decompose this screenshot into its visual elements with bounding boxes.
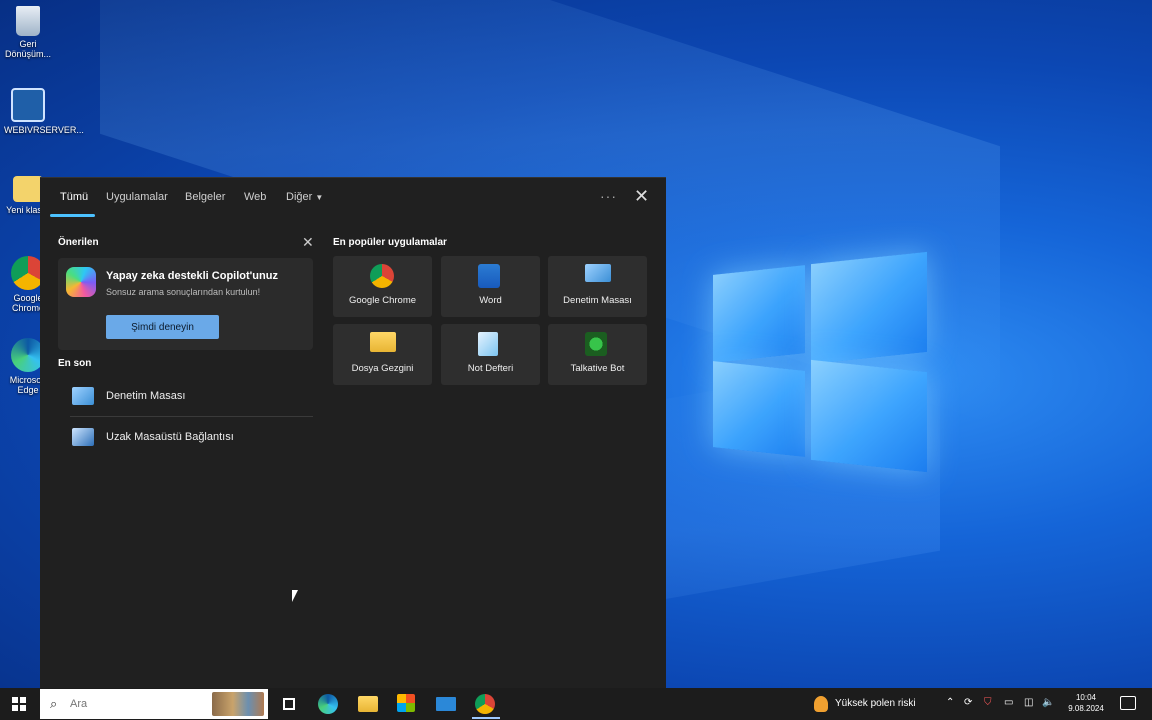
copilot-icon	[66, 267, 96, 297]
desktop-icon-wdsvc[interactable]: WEBIVRSERVER...	[4, 88, 84, 135]
weather-widget-text[interactable]: Yüksek polen riski	[835, 698, 916, 709]
app-tile-label: Dosya Gezgini	[351, 363, 414, 374]
copilot-subtitle: Sonsuz arama sonuçlarından kurtulun!	[106, 287, 261, 297]
search-input[interactable]	[70, 695, 220, 713]
clock[interactable]: 10:04 9.08.2024	[1064, 692, 1108, 714]
clock-time: 10:04	[1075, 693, 1097, 702]
active-app-indicator	[472, 717, 500, 719]
search-tabs: Tümü Uygulamalar Belgeler Web Diğer ▼ ··…	[40, 178, 666, 218]
desktop-icon-label: WEBIVRSERVER...	[4, 125, 84, 135]
app-tile-label: Denetim Masası	[563, 295, 632, 306]
sync-icon[interactable]: ⟳	[964, 697, 972, 708]
search-icon: ⌕	[50, 696, 58, 711]
close-panel-button[interactable]: ✕	[634, 186, 649, 207]
app-tile-chrome[interactable]: Google Chrome	[333, 256, 432, 317]
tab-documents[interactable]: Belgeler	[185, 191, 225, 203]
tab-apps[interactable]: Uygulamalar	[106, 191, 168, 203]
dismiss-suggestion-button[interactable]: ✕	[302, 234, 314, 251]
active-tab-indicator	[50, 214, 95, 217]
control-panel-icon	[585, 264, 611, 282]
network-icon[interactable]: ▭	[1004, 697, 1013, 708]
recent-title: En son	[58, 358, 92, 369]
word-icon	[478, 264, 500, 288]
recent-item-label: Denetim Masası	[106, 390, 186, 402]
app-tile-file-explorer[interactable]: Dosya Gezgini	[333, 324, 432, 385]
app-tile-label: Talkative Bot	[570, 363, 625, 374]
popular-apps-title: En popüler uygulamalar	[333, 237, 447, 248]
recent-item-label: Uzak Masaüstü Bağlantısı	[106, 431, 234, 443]
chrome-icon	[370, 264, 394, 288]
recent-item-remote-desktop[interactable]: Uzak Masaüstü Bağlantısı	[70, 420, 315, 456]
windows-start-icon	[12, 697, 26, 711]
try-now-button[interactable]: Şimdi deneyin	[106, 315, 219, 339]
tab-web[interactable]: Web	[244, 191, 266, 203]
display-icon[interactable]: ◫	[1024, 697, 1033, 708]
tab-all[interactable]: Tümü	[60, 191, 88, 203]
chevron-up-icon[interactable]: ⌃	[946, 697, 954, 708]
app-tile-talkative-bot[interactable]: Talkative Bot	[548, 324, 647, 385]
chevron-down-icon: ▼	[315, 193, 324, 202]
wdsvc-icon	[11, 88, 45, 122]
remote-desktop-icon	[72, 428, 94, 446]
recycle-bin-icon	[16, 6, 40, 36]
edge-taskbar-icon[interactable]	[318, 694, 340, 714]
copilot-promo-card: Yapay zeka destekli Copilot'unuz Sonsuz …	[58, 258, 313, 350]
control-panel-icon	[72, 387, 94, 405]
start-button[interactable]	[0, 688, 40, 720]
file-explorer-icon	[370, 332, 396, 352]
clock-date: 9.08.2024	[1068, 704, 1104, 713]
app-tile-label: Not Defteri	[467, 363, 514, 374]
chrome-taskbar-icon[interactable]	[475, 694, 497, 714]
app-tile-control-panel[interactable]: Denetim Masası	[548, 256, 647, 317]
taskbar-search[interactable]: ⌕	[40, 689, 268, 719]
app-tile-label: Word	[479, 295, 502, 306]
more-options-button[interactable]: ···	[600, 188, 617, 204]
pollen-icon	[814, 696, 828, 712]
tab-more-label: Diğer	[286, 191, 313, 203]
notepad-icon	[478, 332, 498, 356]
app-tile-label: Google Chrome	[348, 295, 417, 306]
folder-icon	[13, 176, 43, 202]
copilot-title: Yapay zeka destekli Copilot'unuz	[106, 270, 278, 282]
taskbar: ⌕ Yüksek polen riski ⌃ ⟳ ⛉ ▭ ◫ 🔈 10:04 9…	[0, 688, 1152, 720]
recent-item-control-panel[interactable]: Denetim Masası	[70, 379, 315, 415]
suggested-title: Önerilen	[58, 237, 99, 248]
tab-more[interactable]: Diğer ▼	[286, 191, 323, 203]
file-explorer-taskbar-icon[interactable]	[358, 694, 380, 714]
app-tile-word[interactable]: Word	[441, 256, 540, 317]
notification-center-icon[interactable]	[1120, 696, 1136, 710]
windows-logo-wallpaper	[713, 251, 927, 473]
mail-taskbar-icon[interactable]	[436, 694, 458, 714]
store-taskbar-icon[interactable]	[397, 694, 419, 714]
volume-icon[interactable]: 🔈	[1042, 697, 1054, 708]
desktop-icon-recycle-bin[interactable]: Geri Dönüşüm...	[4, 6, 52, 59]
shield-icon[interactable]: ⛉	[984, 697, 992, 708]
search-highlight-image	[212, 692, 264, 716]
mouse-cursor	[292, 590, 298, 602]
talkative-bot-icon	[585, 332, 607, 356]
app-tile-notepad[interactable]: Not Defteri	[441, 324, 540, 385]
search-panel: Tümü Uygulamalar Belgeler Web Diğer ▼ ··…	[40, 177, 666, 688]
divider	[70, 416, 313, 417]
desktop-icon-label: Geri Dönüşüm...	[4, 39, 52, 59]
task-view-icon[interactable]	[280, 694, 302, 714]
